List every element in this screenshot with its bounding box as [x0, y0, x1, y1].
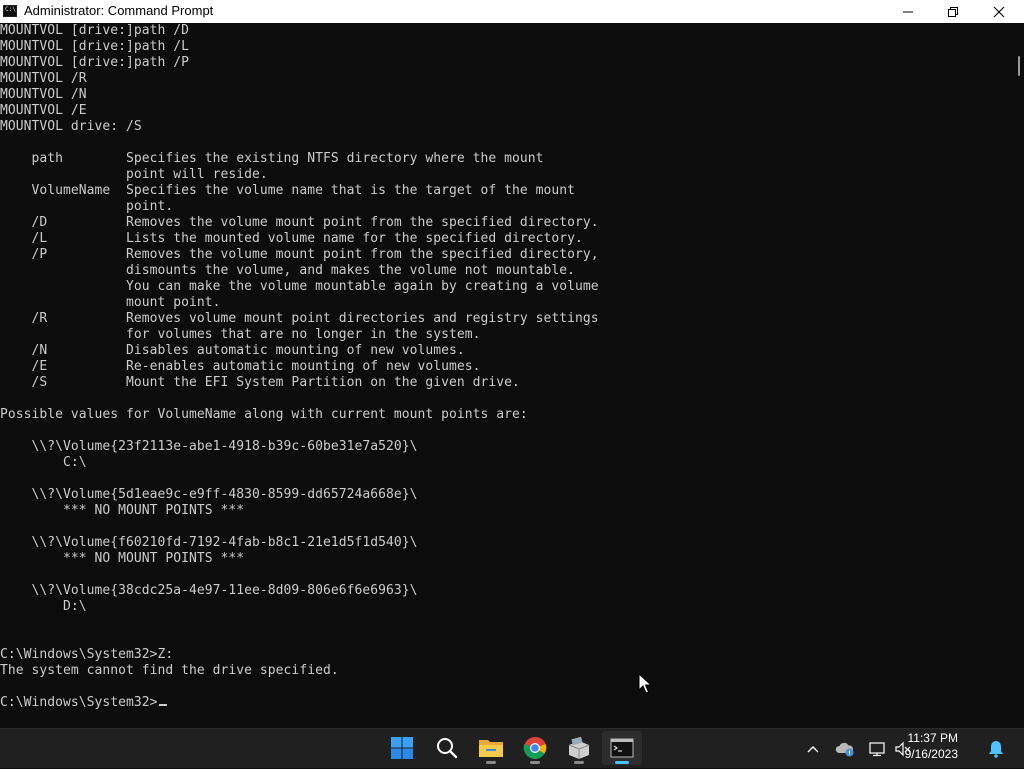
console-line: \\?\Volume{f60210fd-7192-4fab-b8c1-21e1d… — [0, 535, 418, 550]
clock-time: 11:37 PM — [907, 731, 958, 745]
restore-icon — [948, 6, 958, 17]
console-line: path Specifies the existing NTFS directo… — [0, 151, 544, 166]
terminal-icon — [610, 738, 634, 758]
chevron-up-icon — [807, 746, 819, 753]
console-line: /R Removes volume mount point directorie… — [0, 311, 599, 326]
close-button[interactable] — [976, 0, 1022, 23]
console-line: D:\ — [0, 599, 87, 614]
console-line: MOUNTVOL /E — [0, 103, 87, 118]
chrome-button[interactable] — [515, 731, 555, 765]
close-icon — [993, 6, 1005, 17]
console-line: *** NO MOUNT POINTS *** — [0, 503, 245, 518]
show-hidden-icons-button[interactable] — [803, 729, 823, 769]
console-line: MOUNTVOL [drive:]path /P — [0, 55, 190, 70]
cloud-icon — [835, 742, 854, 757]
icon-text: C:\ — [5, 6, 16, 13]
text-cursor — [158, 704, 167, 706]
console-line: \\?\Volume{5d1eae9c-e9ff-4830-8599-dd657… — [0, 487, 418, 502]
console-line: point will reside. — [0, 167, 268, 182]
scrollbar[interactable] — [1004, 23, 1024, 728]
window-title: Administrator: Command Prompt — [24, 3, 214, 18]
console-line: C:\ — [0, 455, 87, 470]
scrollbar-thumb[interactable] — [1018, 56, 1020, 76]
console-line: MOUNTVOL [drive:]path /L — [0, 39, 190, 54]
console-output[interactable]: MOUNTVOL [drive:]path /D MOUNTVOL [drive… — [0, 23, 1004, 728]
console-line: C:\Windows\System32> — [0, 695, 158, 710]
bell-icon — [989, 741, 1003, 758]
console-line: /L Lists the mounted volume name for the… — [0, 231, 583, 246]
command-prompt-button[interactable] — [602, 731, 642, 765]
windows-logo-icon — [391, 737, 413, 759]
restore-button[interactable] — [930, 0, 976, 23]
search-icon — [437, 738, 458, 759]
console-line: Possible values for VolumeName along wit… — [0, 407, 528, 422]
console-line: /P Removes the volume mount point from t… — [0, 247, 599, 262]
package-icon — [568, 736, 590, 759]
console-line: \\?\Volume{23f2113e-abe1-4918-b39c-60be3… — [0, 439, 418, 454]
console-line: mount point. — [0, 295, 221, 310]
mouse-pointer-icon — [638, 673, 652, 694]
search-button[interactable] — [427, 731, 467, 765]
running-indicator — [615, 761, 629, 764]
running-indicator — [486, 761, 496, 764]
title-bar[interactable]: C:\ Administrator: Command Prompt — [0, 0, 1024, 23]
console-line: C:\Windows\System32>Z: — [0, 647, 174, 662]
file-explorer-button[interactable] — [471, 731, 511, 765]
console-line: /E Re-enables automatic mounting of new … — [0, 359, 481, 374]
running-indicator — [574, 761, 584, 764]
clock[interactable]: 11:37 PM 9/16/2023 — [888, 729, 958, 769]
taskbar: 11:37 PM 9/16/2023 — [0, 728, 1024, 768]
console-line: VolumeName Specifies the volume name tha… — [0, 183, 575, 198]
console-line: MOUNTVOL /N — [0, 87, 87, 102]
console-line: MOUNTVOL drive: /S — [0, 119, 142, 134]
folder-icon — [479, 740, 503, 757]
console-line: You can make the volume mountable again … — [0, 279, 599, 294]
start-button[interactable] — [382, 731, 422, 765]
chrome-icon — [523, 736, 547, 759]
onedrive-button[interactable] — [834, 729, 856, 769]
notifications-button[interactable] — [985, 729, 1007, 769]
network-icon — [869, 742, 885, 757]
installer-button[interactable] — [559, 731, 599, 765]
console-line: The system cannot find the drive specifi… — [0, 663, 339, 678]
console-line: MOUNTVOL [drive:]path /D — [0, 23, 190, 38]
console-line: for volumes that are no longer in the sy… — [0, 327, 481, 342]
running-indicator — [530, 761, 540, 764]
console-line: MOUNTVOL /R — [0, 71, 87, 86]
console-text: MOUNTVOL [drive:]path /D MOUNTVOL [drive… — [0, 23, 1004, 711]
network-button[interactable] — [866, 729, 888, 769]
console-line: dismounts the volume, and makes the volu… — [0, 263, 575, 278]
console-line: /N Disables automatic mounting of new vo… — [0, 343, 465, 358]
console-line: /D Removes the volume mount point from t… — [0, 215, 599, 230]
console-line: point. — [0, 199, 174, 214]
console-line: \\?\Volume{38cdc25a-4e97-11ee-8d09-806e6… — [0, 583, 418, 598]
minimize-button[interactable] — [885, 0, 931, 23]
clock-date: 9/16/2023 — [904, 747, 958, 761]
command-prompt-icon[interactable]: C:\ — [3, 5, 17, 17]
console-line: *** NO MOUNT POINTS *** — [0, 551, 245, 566]
minimize-icon — [903, 11, 913, 12]
console-line: /S Mount the EFI System Partition on the… — [0, 375, 520, 390]
